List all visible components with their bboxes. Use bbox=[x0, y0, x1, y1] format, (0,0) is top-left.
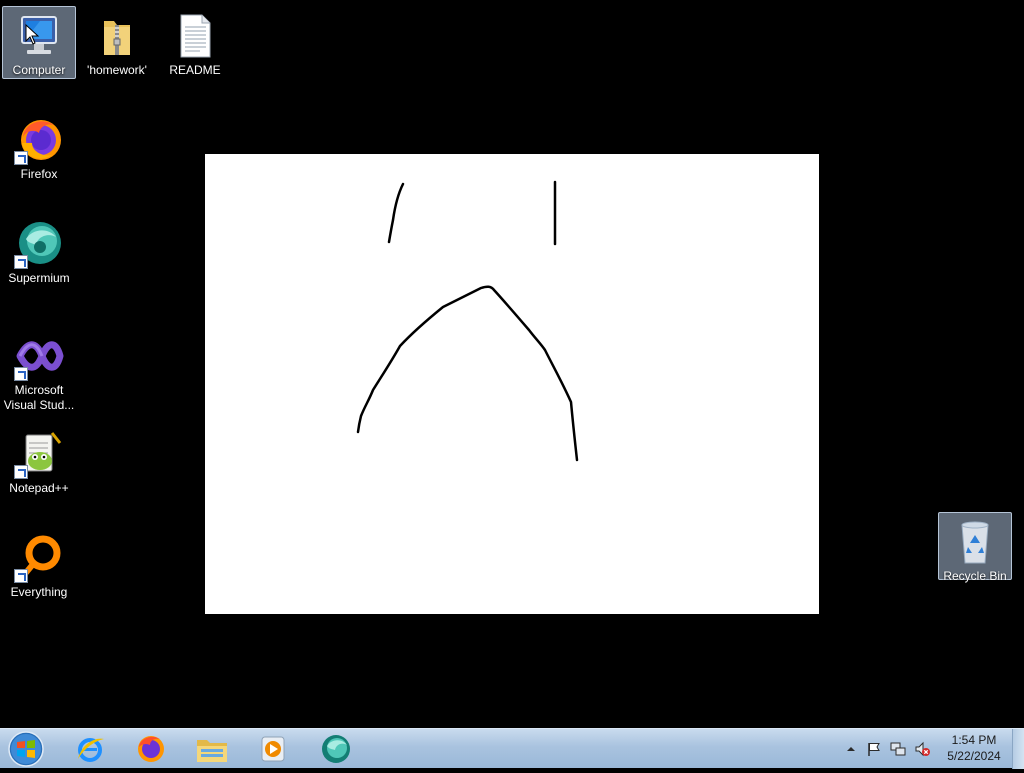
volume-muted-icon[interactable] bbox=[914, 741, 930, 757]
system-clock[interactable]: 1:54 PM 5/22/2024 bbox=[938, 732, 1010, 764]
text-file-icon bbox=[170, 11, 220, 61]
clock-date: 5/22/2024 bbox=[947, 749, 1001, 763]
zip-folder-icon bbox=[92, 11, 142, 61]
desktop-icon-computer[interactable]: Computer bbox=[2, 6, 76, 79]
supermium-icon bbox=[322, 735, 350, 763]
internet-explorer-icon bbox=[78, 738, 104, 762]
taskbar-media-player[interactable] bbox=[245, 731, 301, 767]
desktop-icon-label: 'homework' bbox=[87, 63, 147, 77]
desktop-icon-label: Notepad++ bbox=[9, 481, 69, 495]
computer-icon bbox=[14, 11, 64, 61]
taskbar-internet-explorer[interactable] bbox=[62, 731, 118, 767]
desktop-icon-visual-studio[interactable]: Microsoft Visual Stud... bbox=[2, 326, 76, 414]
shortcut-arrow-icon bbox=[14, 465, 28, 479]
desktop-icon-label: Microsoft Visual Stud... bbox=[3, 383, 75, 412]
desktop-icon-label: Everything bbox=[10, 585, 68, 599]
desktop-icon-everything[interactable]: Everything bbox=[2, 528, 76, 601]
clock-time: 1:54 PM bbox=[951, 733, 997, 747]
desktop-icon-label: README bbox=[169, 63, 221, 77]
start-button[interactable] bbox=[5, 730, 47, 768]
desktop-icon-readme[interactable]: README bbox=[158, 6, 232, 79]
desktop-icon-homework[interactable]: 'homework' bbox=[80, 6, 154, 79]
desktop-icon-label: Firefox bbox=[20, 167, 58, 181]
desktop-icon-label: Supermium bbox=[8, 271, 70, 285]
shortcut-arrow-icon bbox=[14, 569, 28, 583]
desktop-icon-notepadpp[interactable]: Notepad++ bbox=[2, 424, 76, 497]
recycle-bin-icon bbox=[950, 517, 1000, 567]
shortcut-arrow-icon bbox=[14, 367, 28, 381]
everything-icon bbox=[14, 533, 64, 583]
taskbar-firefox[interactable] bbox=[122, 731, 178, 767]
network-icon[interactable] bbox=[890, 741, 906, 757]
left-eye-stroke bbox=[387, 182, 405, 244]
desktop-icon-supermium[interactable]: Supermium bbox=[2, 214, 76, 287]
desktop-icon-label: Recycle Bin bbox=[943, 569, 1007, 583]
taskbar: 1:54 PM 5/22/2024 bbox=[0, 728, 1024, 769]
shortcut-arrow-icon bbox=[14, 151, 28, 165]
sketch-drawing bbox=[356, 180, 579, 462]
supermium-icon bbox=[14, 219, 64, 269]
visual-studio-icon bbox=[14, 331, 64, 381]
frown-mouth-stroke bbox=[356, 285, 579, 462]
taskbar-file-explorer[interactable] bbox=[184, 731, 240, 767]
windows-logo-icon bbox=[8, 731, 44, 767]
firefox-icon bbox=[14, 115, 64, 165]
desktop-icon-firefox[interactable]: Firefox bbox=[2, 110, 76, 183]
drawing-canvas[interactable] bbox=[205, 154, 819, 614]
media-player-icon bbox=[261, 736, 285, 762]
notepadpp-icon bbox=[14, 429, 64, 479]
taskbar-supermium[interactable] bbox=[308, 731, 364, 767]
show-desktop-button[interactable] bbox=[1012, 729, 1024, 769]
desktop[interactable]: Computer 'homework' README Firefox Super… bbox=[0, 0, 1024, 728]
file-explorer-icon bbox=[197, 740, 227, 762]
firefox-icon bbox=[138, 736, 164, 762]
desktop-icon-label: Computer bbox=[12, 63, 66, 77]
shortcut-arrow-icon bbox=[14, 255, 28, 269]
action-center-flag-icon[interactable] bbox=[866, 741, 882, 757]
show-hidden-icons-icon[interactable] bbox=[843, 741, 859, 757]
desktop-icon-recycle-bin[interactable]: Recycle Bin bbox=[938, 512, 1012, 583]
